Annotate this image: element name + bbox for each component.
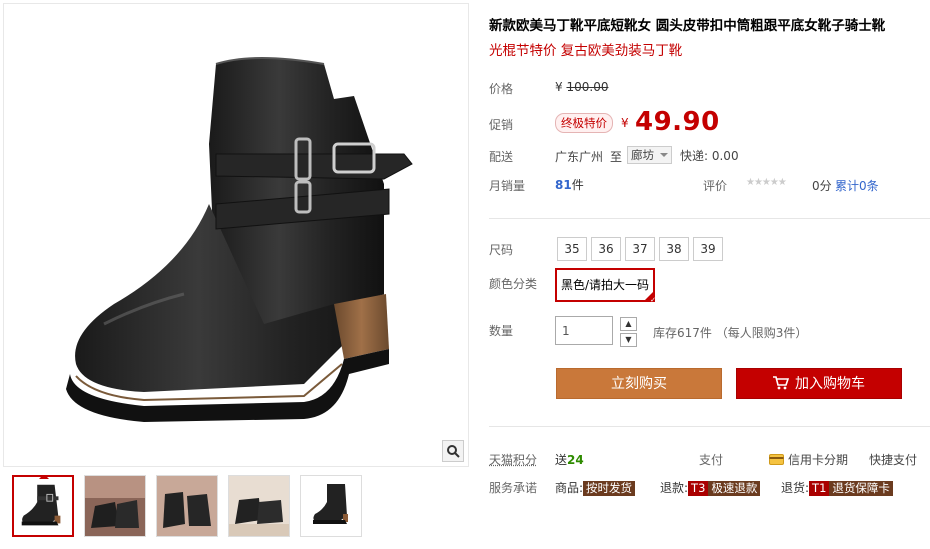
product-title: 新款欧美马丁靴平底短靴女 圆头皮带扣中筒粗跟平底女靴子骑士靴 <box>489 18 886 34</box>
destination-select[interactable]: 廊坊 <box>627 146 672 164</box>
product-subtitle: 光棍节特价 复古欧美劲装马丁靴 <box>489 43 683 59</box>
sales-count-value: 81 <box>555 178 572 192</box>
purchase-limit: （每人限购3件） <box>715 326 808 340</box>
color-option-selected[interactable]: 黑色/请拍大一码 <box>555 268 656 304</box>
rating-stars: ★★★★★ <box>746 177 787 188</box>
boot-thumb-image <box>157 476 217 536</box>
boot-thumb-image <box>85 476 145 536</box>
review-label: 评价 <box>703 179 728 193</box>
boot-thumb-image <box>229 476 289 536</box>
boot-thumb-image <box>313 484 348 524</box>
service-refund-label: 退货: <box>781 481 810 495</box>
color-option-text: 黑色/请拍大一码 <box>560 278 650 292</box>
pay-label: 支付 <box>699 453 724 467</box>
stock-text: 库存617件 （每人限购3件） <box>653 324 807 341</box>
size-option-39[interactable]: 39 <box>693 237 723 261</box>
service-return-code: T3 <box>688 481 709 496</box>
shipping-fee: 快递: 0.00 <box>680 149 739 163</box>
original-price-value: 100.00 <box>566 80 609 94</box>
magnifier-icon <box>447 445 460 458</box>
currency-symbol: ¥ <box>555 80 563 94</box>
add-to-cart-label: 加入购物车 <box>795 376 865 392</box>
thumbnail-2[interactable] <box>84 475 146 537</box>
quantity-decrease-button[interactable]: ▼ <box>620 333 637 347</box>
points-label[interactable]: 天猫积分 <box>489 451 537 468</box>
color-label: 颜色分类 <box>489 277 538 291</box>
rating-score: 0分 <box>812 179 832 193</box>
promo-badge: 终极特价 <box>555 113 613 133</box>
boot-image <box>66 57 413 422</box>
credit-card-icon <box>769 454 784 465</box>
gallery <box>0 0 470 549</box>
thumbnail-strip <box>12 475 362 537</box>
points-value: 送24 <box>555 451 584 468</box>
promo-label: 促销 <box>489 118 514 132</box>
boot-thumb-image <box>21 484 61 526</box>
promo-currency: ¥ <box>621 116 629 130</box>
review-total-link[interactable]: 累计0条 <box>835 177 879 194</box>
size-option-37[interactable]: 37 <box>625 237 655 261</box>
shipping-from: 广东广州 <box>555 150 604 164</box>
shipping-label: 配送 <box>489 150 514 164</box>
credit-installment-label: 信用卡分期 <box>788 453 849 467</box>
thumbnail-4[interactable] <box>228 475 290 537</box>
service-goods-tag: 按时发货 <box>583 481 636 496</box>
service-refund-tag: 退货保障卡 <box>829 481 893 496</box>
service-return[interactable]: 退款: T3 极速退款 <box>660 479 761 496</box>
main-product-image[interactable] <box>3 3 469 467</box>
service-refund[interactable]: 退货: T1 退货保障卡 <box>781 479 893 496</box>
sales-count: 81件 <box>555 176 584 193</box>
size-option-35[interactable]: 35 <box>557 237 587 261</box>
shipping-to-word: 至 <box>610 150 623 164</box>
service-return-tag: 极速退款 <box>708 481 761 496</box>
size-option-36[interactable]: 36 <box>591 237 621 261</box>
thumbnail-3[interactable] <box>156 475 218 537</box>
credit-installment[interactable]: 信用卡分期 <box>769 451 848 468</box>
size-option-38[interactable]: 38 <box>659 237 689 261</box>
divider <box>489 426 930 427</box>
sales-unit: 件 <box>571 178 584 192</box>
service-label: 服务承诺 <box>489 481 538 495</box>
quantity-increase-button[interactable]: ▲ <box>620 317 637 331</box>
stock-count: 库存617件 <box>653 326 712 340</box>
sales-label: 月销量 <box>489 179 526 193</box>
product-info: 新款欧美马丁靴平底短靴女 圆头皮带扣中筒粗跟平底女靴子骑士靴 光棍节特价 复古欧… <box>489 0 930 549</box>
buy-now-button[interactable]: 立刻购买 <box>556 368 722 399</box>
add-to-cart-button[interactable]: 加入购物车 <box>736 368 902 399</box>
cart-icon <box>773 376 790 390</box>
promo-price: 49.90 <box>635 107 720 137</box>
divider <box>489 218 930 219</box>
quantity-label: 数量 <box>489 324 514 338</box>
thumbnail-5[interactable] <box>300 475 362 537</box>
points-send-word: 送 <box>555 453 568 467</box>
service-return-label: 退款: <box>660 481 689 495</box>
quick-pay[interactable]: 快捷支付 <box>869 451 917 468</box>
zoom-button[interactable] <box>442 440 464 462</box>
size-label: 尺码 <box>489 243 514 257</box>
quantity-input[interactable]: 1 <box>555 316 613 345</box>
points-amount: 24 <box>567 453 584 467</box>
check-icon <box>643 290 656 304</box>
service-refund-code: T1 <box>809 481 830 496</box>
service-goods[interactable]: 商品: 按时发货 <box>555 479 636 496</box>
price-label: 价格 <box>489 82 514 96</box>
original-price: ¥ 100.00 <box>555 80 608 94</box>
thumbnail-1[interactable] <box>12 475 74 537</box>
service-goods-label: 商品: <box>555 481 584 495</box>
